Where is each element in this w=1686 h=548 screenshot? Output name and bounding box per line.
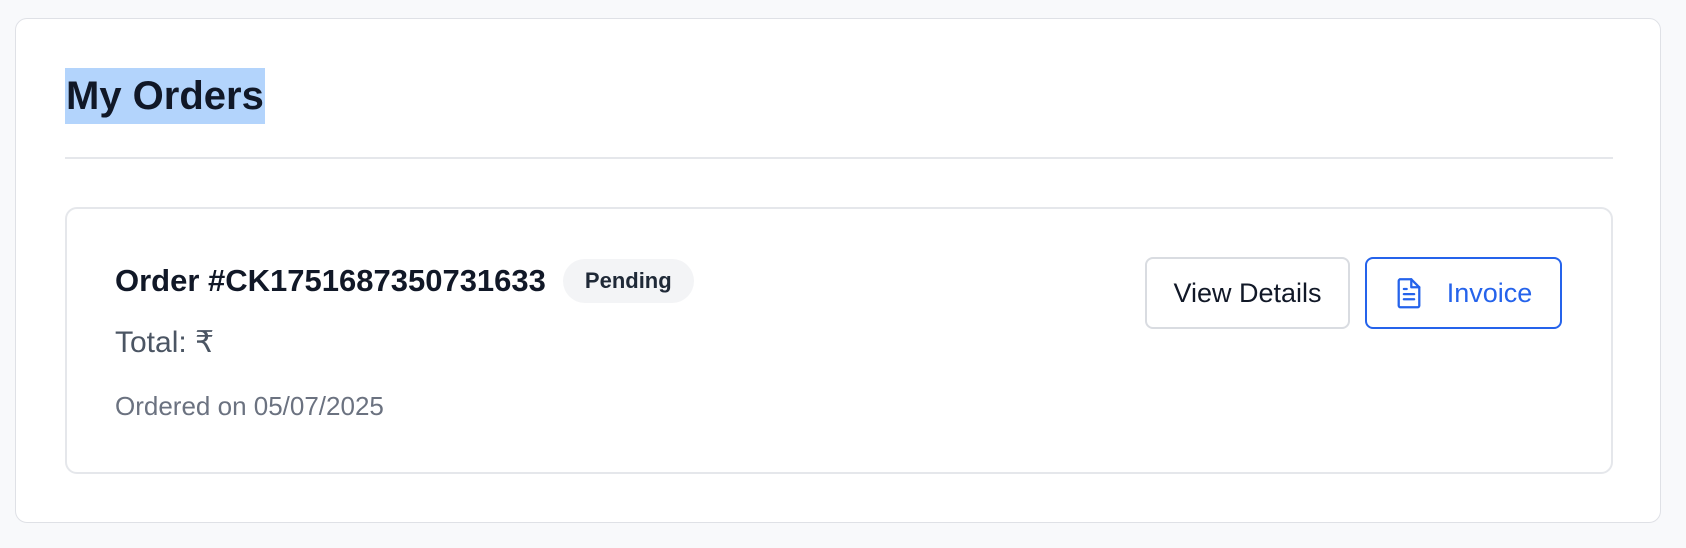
invoice-button[interactable]: Invoice (1365, 257, 1562, 329)
order-id: Order #CK1751687350731633 (115, 263, 546, 298)
page-title: My Orders (65, 68, 265, 124)
order-card: Order #CK1751687350731633 Pending Total:… (65, 207, 1613, 474)
title-divider (65, 157, 1613, 159)
order-header: Order #CK1751687350731633 Pending (115, 259, 694, 303)
document-icon (1395, 277, 1423, 309)
view-details-label: View Details (1173, 277, 1322, 308)
order-total: Total: ₹ (115, 326, 215, 359)
orders-panel: My Orders Order #CK1751687350731633 Pend… (15, 18, 1661, 523)
invoice-label: Invoice (1446, 277, 1533, 308)
view-details-button[interactable]: View Details (1145, 257, 1350, 329)
order-date: Ordered on 05/07/2025 (115, 391, 384, 421)
status-badge: Pending (562, 259, 694, 303)
